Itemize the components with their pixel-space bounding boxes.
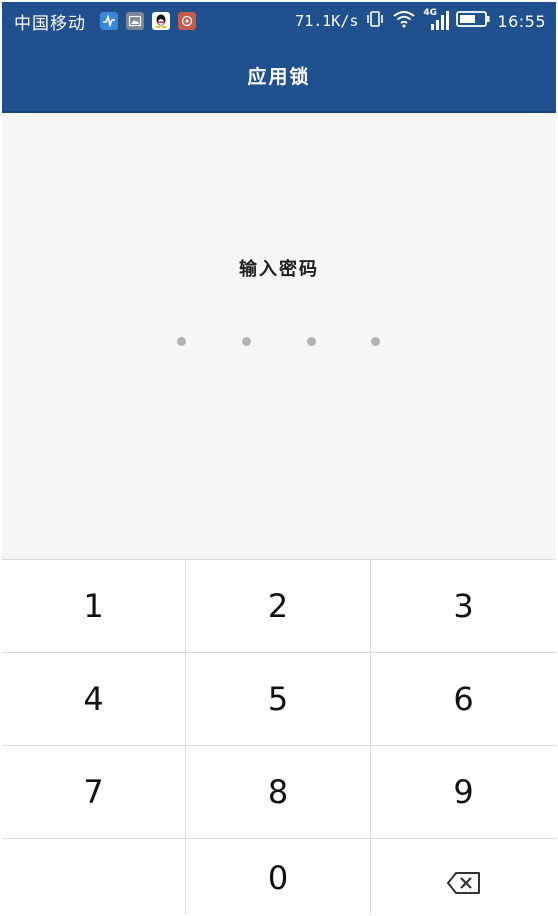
carrier-label: 中国移动 <box>14 13 86 34</box>
status-right: 71.1K/s 4G 16:55 <box>295 2 546 40</box>
pin-dots <box>2 337 556 347</box>
key-7[interactable]: 7 <box>2 746 186 839</box>
key-8[interactable]: 8 <box>186 746 371 839</box>
title-bar: 应用锁 <box>2 40 556 113</box>
pin-dot-4 <box>371 337 380 346</box>
key-5[interactable]: 5 <box>186 653 371 746</box>
password-prompt: 输入密码 <box>239 259 319 280</box>
vibrate-icon <box>365 10 385 32</box>
key-3[interactable]: 3 <box>371 560 556 653</box>
network-speed: 71.1K/s <box>295 12 359 30</box>
status-bar: 中国移动 71.1K/s 4G 16:55 <box>2 2 556 40</box>
numeric-keypad: 1 2 3 4 5 6 7 8 9 0 <box>2 559 556 914</box>
key-2[interactable]: 2 <box>186 560 371 653</box>
pin-dot-3 <box>307 337 316 346</box>
page-title: 应用锁 <box>247 66 311 88</box>
app-badge-icon <box>178 12 196 30</box>
key-1[interactable]: 1 <box>2 560 186 653</box>
status-left: 中国移动 <box>2 9 196 34</box>
key-9[interactable]: 9 <box>371 746 556 839</box>
key-6[interactable]: 6 <box>371 653 556 746</box>
pin-dot-1 <box>177 337 186 346</box>
signal-icon: 4G <box>423 8 450 32</box>
health-app-icon <box>100 12 118 30</box>
pin-dot-2 <box>242 337 251 346</box>
app-lock-screen: 中国移动 71.1K/s 4G 16:55 应用锁 输入密码 1 2 3 4 5… <box>2 2 556 914</box>
clock: 16:55 <box>497 11 546 31</box>
wifi-icon <box>392 10 416 32</box>
key-0[interactable]: 0 <box>186 839 371 914</box>
key-empty <box>2 839 186 914</box>
backspace-icon <box>446 865 482 903</box>
qq-icon <box>152 12 170 30</box>
key-4[interactable]: 4 <box>2 653 186 746</box>
gallery-icon <box>126 12 144 30</box>
battery-icon <box>456 10 490 32</box>
pin-entry-area: 输入密码 <box>2 113 556 559</box>
delete-button[interactable] <box>371 839 556 914</box>
